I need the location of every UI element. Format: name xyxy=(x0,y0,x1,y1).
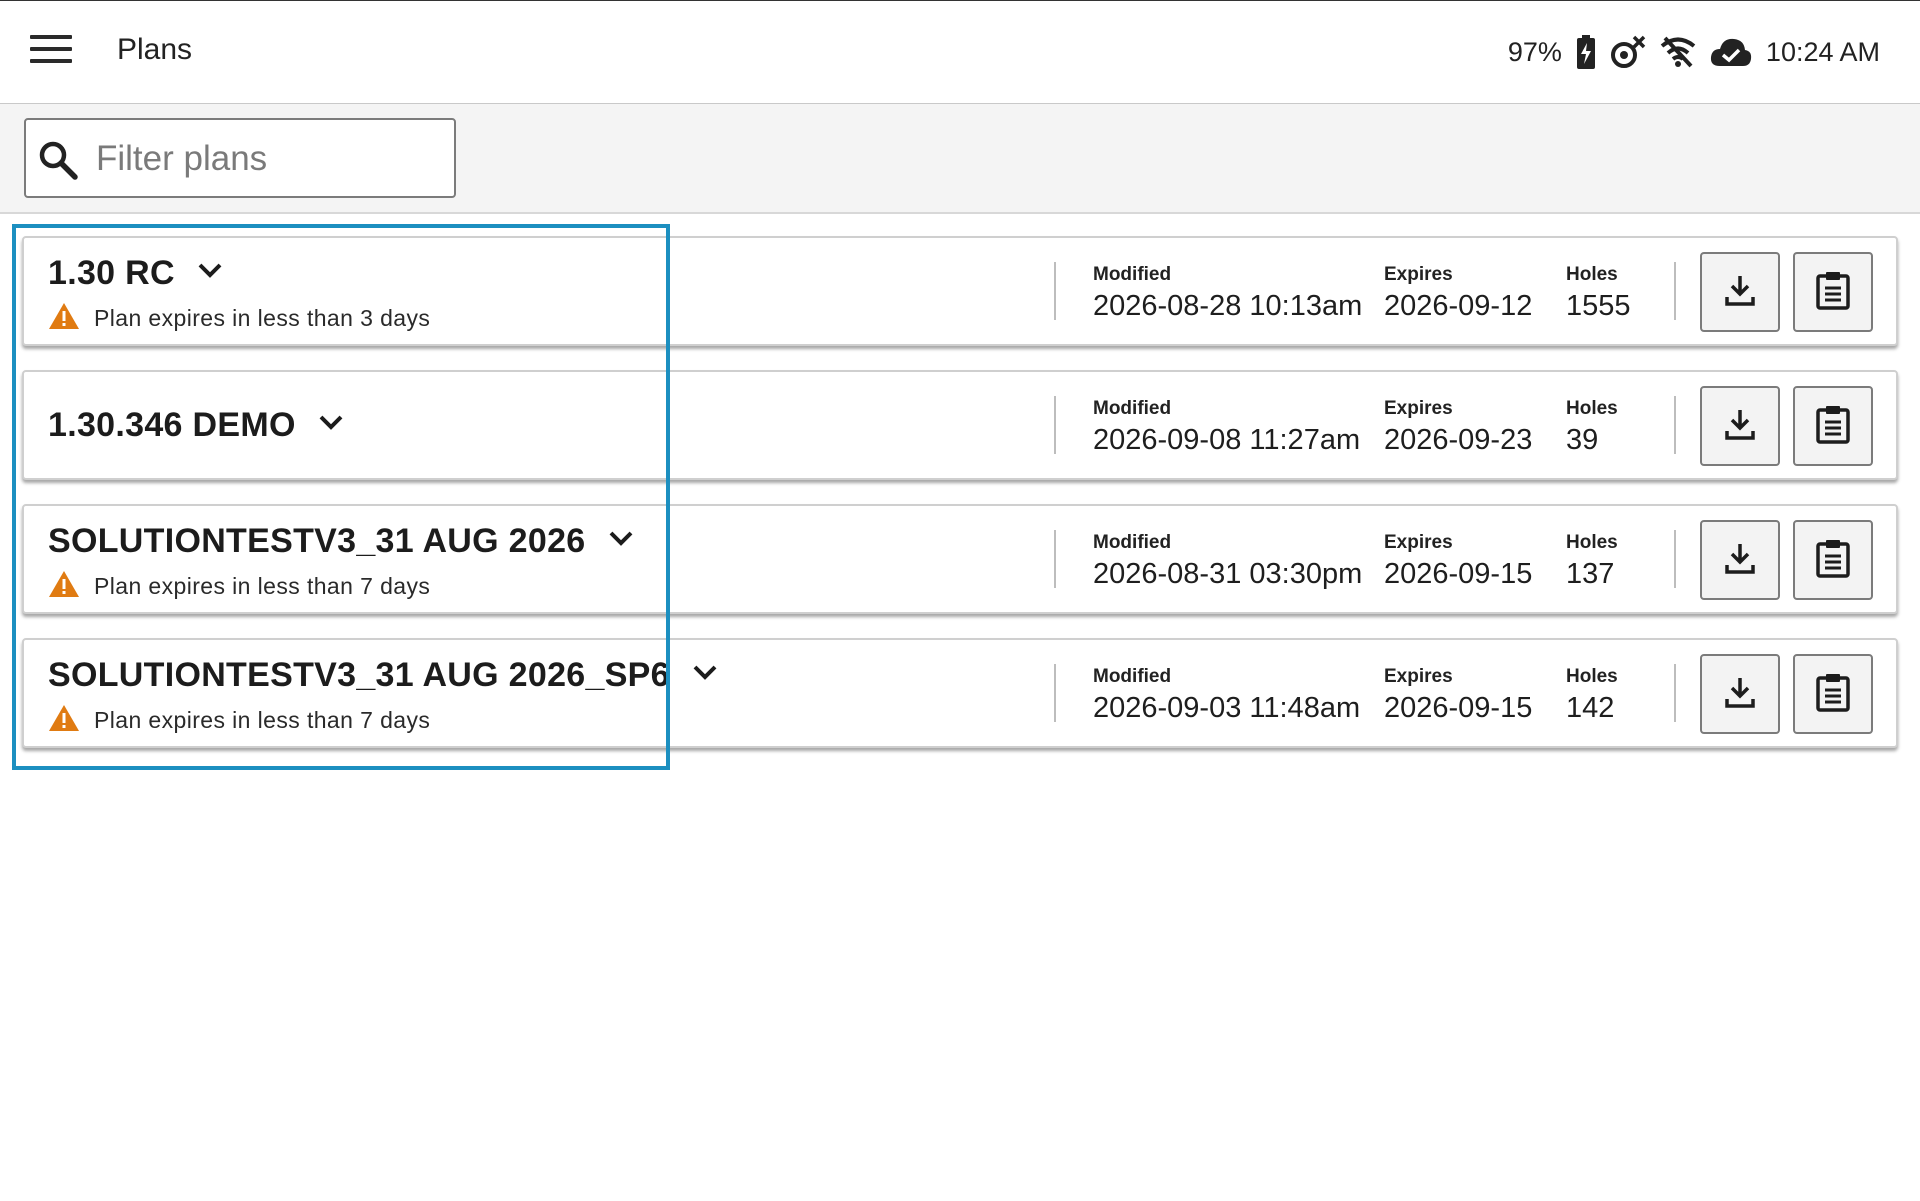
alert-text: Plan expires in less than 3 days xyxy=(94,305,431,331)
divider xyxy=(1054,530,1056,588)
alert-text: Plan expires in less than 7 days xyxy=(94,573,431,599)
plan-card: SOLUTIONTESTV3_31 AUG 2026 Plan expires … xyxy=(22,504,1898,614)
search-icon xyxy=(38,140,78,185)
plan-expiry-alert: Plan expires in less than 7 days xyxy=(48,704,430,737)
warning-icon xyxy=(48,302,80,335)
filter-plans-field[interactable] xyxy=(24,118,456,198)
divider xyxy=(1054,262,1056,320)
holes-value: 39 xyxy=(1566,424,1599,456)
chevron-down-icon[interactable] xyxy=(197,262,223,285)
modified-value: 2026-09-03 11:48am xyxy=(1093,692,1361,724)
plan-list: 1.30 RC Plan expires in less than 3 days… xyxy=(22,236,1898,772)
holes-value: 142 xyxy=(1566,692,1615,724)
filter-plans-input[interactable] xyxy=(96,132,446,186)
holes-column: Holes 39 xyxy=(1566,398,1618,457)
app-bar: Plans 97% 10:24 AM xyxy=(0,0,1920,104)
expires-label: Expires xyxy=(1384,264,1453,285)
wifi-off-icon xyxy=(1660,36,1696,68)
clipboard-icon xyxy=(1815,270,1851,315)
modified-value: 2026-08-28 10:13am xyxy=(1093,290,1363,322)
holes-label: Holes xyxy=(1566,264,1618,285)
expires-column: Expires 2026-09-15 xyxy=(1384,532,1532,591)
download-icon xyxy=(1723,407,1757,446)
chevron-down-icon[interactable] xyxy=(318,414,344,437)
modified-column: Modified 2026-09-08 11:27am xyxy=(1093,398,1360,457)
modified-label: Modified xyxy=(1093,398,1172,419)
plan-name: SOLUTIONTESTV3_31 AUG 2026_SP6 xyxy=(48,656,670,694)
holes-label: Holes xyxy=(1566,398,1618,419)
holes-column: Holes 142 xyxy=(1566,666,1618,725)
holes-label: Holes xyxy=(1566,532,1618,553)
modified-column: Modified 2026-09-03 11:48am xyxy=(1093,666,1360,725)
modified-label: Modified xyxy=(1093,532,1172,553)
plan-report-button[interactable] xyxy=(1793,520,1873,600)
plan-expiry-alert: Plan expires in less than 7 days xyxy=(48,570,430,603)
chevron-down-icon[interactable] xyxy=(608,530,634,553)
download-button[interactable] xyxy=(1700,520,1780,600)
expires-column: Expires 2026-09-15 xyxy=(1384,666,1532,725)
clipboard-icon xyxy=(1815,404,1851,449)
battery-percent: 97% xyxy=(1507,36,1562,67)
expires-value: 2026-09-15 xyxy=(1384,692,1533,724)
expires-column: Expires 2026-09-12 xyxy=(1384,264,1532,323)
download-icon xyxy=(1723,273,1757,312)
download-button[interactable] xyxy=(1700,654,1780,734)
divider xyxy=(1674,664,1676,722)
plan-card: 1.30 RC Plan expires in less than 3 days… xyxy=(22,236,1898,346)
battery-charging-icon xyxy=(1576,35,1596,69)
plan-report-button[interactable] xyxy=(1793,252,1873,332)
divider xyxy=(1674,262,1676,320)
modified-column: Modified 2026-08-31 03:30pm xyxy=(1093,532,1362,591)
modified-value: 2026-08-31 03:30pm xyxy=(1093,558,1363,590)
plan-name: 1.30 RC xyxy=(48,254,175,292)
download-button[interactable] xyxy=(1700,252,1780,332)
filter-bar xyxy=(0,104,1920,214)
download-button[interactable] xyxy=(1700,386,1780,466)
download-icon xyxy=(1723,675,1757,714)
divider xyxy=(1054,396,1056,454)
holes-label: Holes xyxy=(1566,666,1618,687)
clipboard-icon xyxy=(1815,538,1851,583)
divider xyxy=(1054,664,1056,722)
clock: 10:24 AM xyxy=(1765,36,1880,67)
plan-report-button[interactable] xyxy=(1793,654,1873,734)
holes-column: Holes 1555 xyxy=(1566,264,1631,323)
modified-column: Modified 2026-08-28 10:13am xyxy=(1093,264,1362,323)
warning-icon xyxy=(48,704,80,737)
modified-value: 2026-09-08 11:27am xyxy=(1093,424,1361,456)
divider xyxy=(1674,396,1676,454)
expires-value: 2026-09-15 xyxy=(1384,558,1533,590)
expires-value: 2026-09-23 xyxy=(1384,424,1533,456)
alert-text: Plan expires in less than 7 days xyxy=(94,707,431,733)
divider xyxy=(1674,530,1676,588)
modified-label: Modified xyxy=(1093,264,1172,285)
plan-name: SOLUTIONTESTV3_31 AUG 2026 xyxy=(48,522,586,560)
clipboard-icon xyxy=(1815,672,1851,717)
holes-value: 137 xyxy=(1566,558,1615,590)
download-icon xyxy=(1723,541,1757,580)
cloud-done-icon xyxy=(1710,37,1752,67)
plan-name: 1.30.346 DEMO xyxy=(48,406,296,444)
menu-icon[interactable] xyxy=(30,35,72,69)
status-bar: 97% 10:24 AM xyxy=(1508,31,1880,73)
plan-card: SOLUTIONTESTV3_31 AUG 2026_SP6 Plan expi… xyxy=(22,638,1898,748)
holes-value: 1555 xyxy=(1566,290,1631,322)
expires-label: Expires xyxy=(1384,398,1453,419)
plan-expiry-alert: Plan expires in less than 3 days xyxy=(48,302,430,335)
gps-off-icon xyxy=(1610,35,1646,69)
holes-column: Holes 137 xyxy=(1566,532,1618,591)
expires-label: Expires xyxy=(1384,532,1453,553)
plan-card: 1.30.346 DEMO Modified 2026-09-08 11:27a… xyxy=(22,370,1898,480)
page-title: Plans xyxy=(117,33,193,66)
expires-label: Expires xyxy=(1384,666,1453,687)
expires-column: Expires 2026-09-23 xyxy=(1384,398,1532,457)
plan-report-button[interactable] xyxy=(1793,386,1873,466)
modified-label: Modified xyxy=(1093,666,1172,687)
chevron-down-icon[interactable] xyxy=(692,664,718,687)
expires-value: 2026-09-12 xyxy=(1384,290,1533,322)
warning-icon xyxy=(48,570,80,603)
